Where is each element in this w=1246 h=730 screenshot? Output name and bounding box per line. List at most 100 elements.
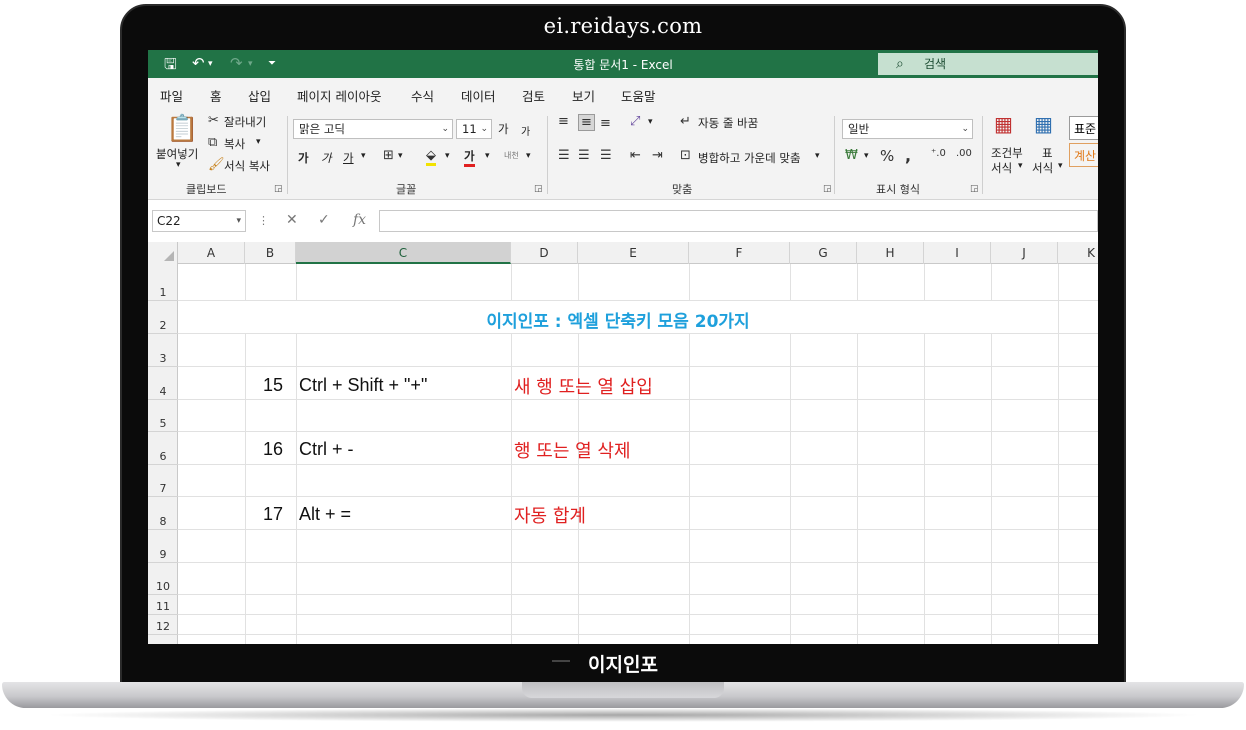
style-normal[interactable]: 표준 — [1069, 116, 1098, 140]
entry-number[interactable]: 17 — [247, 504, 283, 525]
font-launcher-icon[interactable]: ◲ — [534, 184, 543, 194]
tab-formulas[interactable]: 수식 — [411, 86, 434, 105]
align-left-icon[interactable]: ☰ — [558, 148, 570, 163]
cancel-icon[interactable]: ✕ — [286, 212, 298, 228]
format-painter-icon[interactable]: 🖌 — [208, 157, 225, 172]
tab-insert[interactable]: 삽입 — [248, 86, 271, 105]
column-header-j[interactable]: J — [991, 242, 1058, 264]
conditional-format-dropdown-icon[interactable]: ▾ — [1018, 161, 1023, 171]
underline-dropdown-icon[interactable]: ▾ — [361, 151, 366, 161]
paste-dropdown-icon[interactable]: ▾ — [176, 160, 181, 170]
column-header-g[interactable]: G — [790, 242, 857, 264]
underline-button[interactable]: 가 — [343, 150, 354, 166]
row-header-9[interactable]: 9 — [148, 530, 178, 563]
row-header-7[interactable]: 7 — [148, 465, 178, 497]
row-header-11[interactable]: 11 — [148, 595, 178, 615]
column-header-d[interactable]: D — [511, 242, 578, 264]
merge-center-button[interactable]: 병합하고 가운데 맞춤 — [698, 150, 801, 166]
format-painter-button[interactable]: 서식 복사 — [224, 158, 270, 174]
column-header-h[interactable]: H — [857, 242, 924, 264]
orientation-dropdown-icon[interactable]: ▾ — [648, 117, 653, 127]
bold-button[interactable]: 가 — [298, 150, 309, 166]
decrease-decimal-icon[interactable]: .00 — [956, 148, 972, 159]
italic-button[interactable]: 가 — [321, 150, 332, 166]
align-top-icon[interactable]: ≡ — [558, 114, 569, 129]
search-input[interactable]: ⌕ 검색 — [878, 53, 1098, 75]
tab-view[interactable]: 보기 — [572, 86, 595, 105]
increase-decimal-icon[interactable]: ⁺.0 — [931, 148, 946, 159]
wrap-text-icon[interactable]: ↵ — [680, 114, 691, 129]
alignment-launcher-icon[interactable]: ◲ — [823, 184, 832, 194]
entry-number[interactable]: 16 — [247, 439, 283, 460]
number-launcher-icon[interactable]: ◲ — [970, 184, 979, 194]
tab-review[interactable]: 검토 — [522, 86, 545, 105]
cut-button[interactable]: 잘라내기 — [224, 114, 266, 130]
border-icon[interactable]: ⊞ — [383, 148, 394, 163]
column-header-e[interactable]: E — [578, 242, 689, 264]
row-header-10[interactable]: 10 — [148, 563, 178, 595]
clipboard-icon[interactable]: 📋 — [166, 114, 198, 144]
align-right-icon[interactable]: ☰ — [600, 148, 612, 163]
clipboard-launcher-icon[interactable]: ◲ — [274, 184, 283, 194]
tab-file[interactable]: 파일 — [160, 86, 183, 105]
entry-description[interactable]: 자동 합계 — [514, 502, 586, 528]
scissors-icon[interactable]: ✂ — [208, 113, 219, 128]
decrease-indent-icon[interactable]: ⇤ — [630, 148, 641, 163]
comma-icon[interactable]: , — [905, 146, 911, 165]
align-center-icon[interactable]: ☰ — [578, 148, 590, 163]
border-dropdown-icon[interactable]: ▾ — [398, 151, 403, 161]
entry-description[interactable]: 행 또는 열 삭제 — [514, 437, 631, 463]
fill-color-dropdown-icon[interactable]: ▾ — [445, 151, 450, 161]
increase-indent-icon[interactable]: ⇥ — [652, 148, 663, 163]
style-calculation[interactable]: 계산 — [1069, 143, 1098, 167]
number-format-select[interactable]: 일반 ⌄ — [842, 119, 973, 139]
merge-dropdown-icon[interactable]: ▾ — [815, 151, 820, 161]
insert-function-icon[interactable]: fx — [353, 212, 366, 228]
row-header-5[interactable]: 5 — [148, 400, 178, 432]
tab-data[interactable]: 데이터 — [461, 86, 496, 105]
font-color-button[interactable]: 가 — [464, 148, 475, 167]
align-middle-icon[interactable]: ≡ — [578, 114, 595, 131]
format-as-table-icon[interactable]: ▦ — [1034, 112, 1053, 136]
row-header-4[interactable]: 4 — [148, 367, 178, 400]
select-all-button[interactable] — [148, 242, 178, 264]
column-header-b[interactable]: B — [245, 242, 296, 264]
row-header-2[interactable]: 2 — [148, 301, 178, 334]
orientation-icon[interactable]: ⤢ — [630, 114, 640, 129]
column-header-c[interactable]: C — [296, 242, 511, 264]
align-bottom-icon[interactable]: ≡ — [600, 116, 611, 131]
entry-shortcut[interactable]: Ctrl + Shift + "+" — [299, 375, 427, 396]
phonetic-dropdown-icon[interactable]: ▾ — [526, 151, 531, 161]
currency-dropdown-icon[interactable]: ▾ — [864, 151, 869, 161]
conditional-format-icon[interactable]: ▦ — [994, 112, 1013, 136]
entry-number[interactable]: 15 — [247, 375, 283, 396]
copy-button[interactable]: 복사 — [224, 136, 245, 152]
merge-center-icon[interactable]: ⊡ — [680, 148, 691, 163]
row-header-1[interactable]: 1 — [148, 264, 178, 301]
fill-color-icon[interactable]: ⬙ — [426, 148, 436, 166]
column-header-k[interactable]: K — [1058, 242, 1098, 264]
conditional-format-label-1[interactable]: 조건부 — [991, 145, 1023, 161]
font-name-select[interactable]: 맑은 고딕 ⌄ — [293, 119, 453, 139]
grow-font-button[interactable]: 가 — [498, 121, 509, 137]
row-header-6[interactable]: 6 — [148, 432, 178, 465]
format-as-table-label-1[interactable]: 표 — [1042, 145, 1053, 161]
font-color-dropdown-icon[interactable]: ▾ — [485, 151, 490, 161]
font-size-select[interactable]: 11 ⌄ — [456, 119, 492, 139]
column-header-f[interactable]: F — [689, 242, 790, 264]
entry-description[interactable]: 새 행 또는 열 삽입 — [514, 373, 653, 399]
worksheet-grid[interactable]: A B C D E F G H I J K 1 2 3 4 5 6 7 8 9 … — [148, 242, 1098, 644]
formula-input[interactable] — [379, 210, 1098, 232]
percent-icon[interactable]: % — [880, 147, 894, 165]
phonetic-button[interactable]: 내천 — [504, 150, 519, 161]
row-header-3[interactable]: 3 — [148, 334, 178, 367]
entry-shortcut[interactable]: Ctrl + - — [299, 439, 354, 460]
column-header-i[interactable]: I — [924, 242, 991, 264]
conditional-format-label-2[interactable]: 서식 — [991, 160, 1012, 176]
tab-page-layout[interactable]: 페이지 레이아웃 — [297, 86, 381, 105]
format-as-table-dropdown-icon[interactable]: ▾ — [1058, 161, 1063, 171]
copy-dropdown-icon[interactable]: ▾ — [256, 137, 261, 147]
name-box[interactable]: C22 ▾ — [152, 210, 246, 232]
entry-shortcut[interactable]: Alt + = — [299, 504, 351, 525]
shrink-font-button[interactable]: 가 — [521, 123, 530, 138]
